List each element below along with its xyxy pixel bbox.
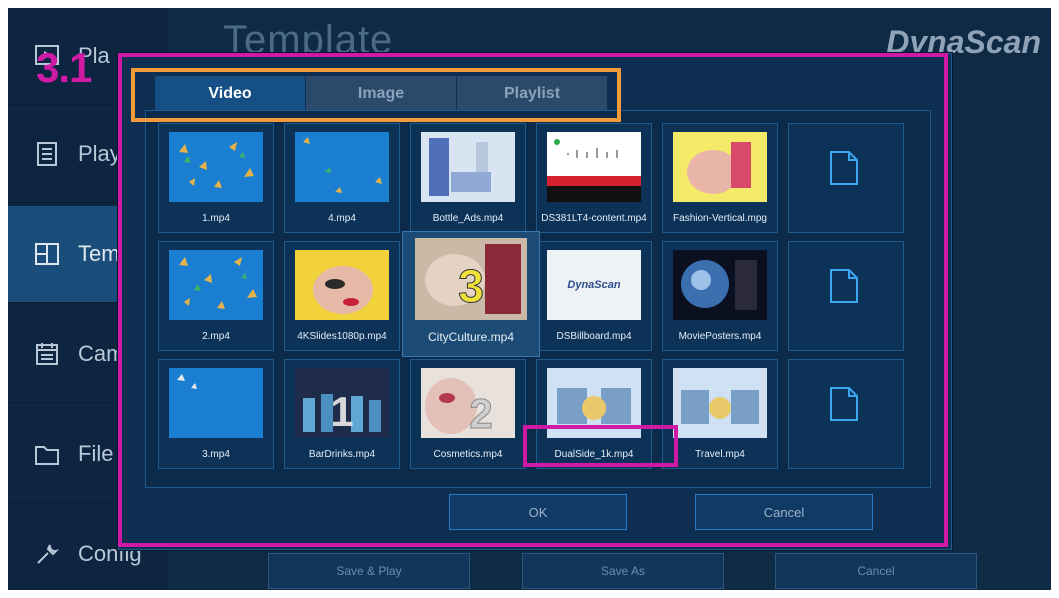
file-icon — [830, 387, 858, 421]
video-thumbnail — [547, 132, 641, 202]
file-name: DS381LT4-content.mp4 — [541, 213, 647, 224]
file-select-dialog: Video Image Playlist 1.mp4 4.mp4 Bottle_… — [118, 53, 952, 550]
template-icon — [35, 243, 59, 265]
empty-file-tile[interactable] — [788, 359, 904, 469]
file-name: DualSide_1k.mp4 — [554, 449, 634, 460]
file-icon — [830, 151, 858, 185]
file-tile[interactable]: 2.mp4 — [158, 241, 274, 351]
file-tile[interactable]: Bottle_Ads.mp4 — [410, 123, 526, 233]
file-name: Travel.mp4 — [695, 449, 745, 460]
video-thumbnail: 3 — [415, 238, 527, 320]
empty-file-tile[interactable] — [788, 123, 904, 233]
empty-file-tile[interactable] — [788, 241, 904, 351]
file-name: Fashion-Vertical.mpg — [673, 213, 767, 224]
file-tile[interactable]: 4.mp4 — [284, 123, 400, 233]
thumb-number: 2 — [469, 390, 492, 437]
file-name: MoviePosters.mp4 — [678, 331, 762, 342]
ok-button[interactable]: OK — [449, 494, 627, 530]
video-thumbnail — [295, 250, 389, 320]
file-icon — [830, 269, 858, 303]
tab-video[interactable]: Video — [155, 76, 305, 112]
file-tile-selected[interactable]: 3 CityCulture.mp4 — [402, 231, 540, 357]
sidebar-item-label: Play — [78, 141, 121, 166]
wrench-icon — [37, 544, 60, 564]
file-name: 2.mp4 — [202, 331, 230, 342]
file-tile[interactable]: Fashion-Vertical.mpg — [662, 123, 778, 233]
tab-image[interactable]: Image — [306, 76, 456, 112]
background-cancel-button[interactable]: Cancel — [775, 553, 977, 589]
thumb-number: 1 — [330, 388, 353, 435]
file-name: 3.mp4 — [202, 449, 230, 460]
file-tile[interactable]: Travel.mp4 — [662, 359, 778, 469]
file-name: CityCulture.mp4 — [427, 330, 515, 344]
calendar-icon — [36, 343, 58, 365]
file-tile[interactable]: 2 Cosmetics.mp4 — [410, 359, 526, 469]
tab-playlist[interactable]: Playlist — [457, 76, 607, 112]
file-name: Cosmetics.mp4 — [433, 449, 503, 460]
file-tile[interactable]: 1 BarDrinks.mp4 — [284, 359, 400, 469]
video-thumbnail — [169, 132, 263, 202]
video-thumbnail — [547, 368, 641, 438]
video-thumbnail: DynaScan — [547, 250, 641, 320]
save-as-button[interactable]: Save As — [522, 553, 724, 589]
video-thumbnail: 2 — [421, 368, 515, 438]
file-tile[interactable]: DynaScan DSBillboard.mp4 — [536, 241, 652, 351]
video-thumbnail — [673, 368, 767, 438]
video-thumbnail — [169, 250, 263, 320]
file-tile[interactable]: MoviePosters.mp4 — [662, 241, 778, 351]
file-tile[interactable]: 4KSlides1080p.mp4 — [284, 241, 400, 351]
folder-icon — [35, 446, 59, 465]
file-tile[interactable]: 3.mp4 — [158, 359, 274, 469]
file-name: 4.mp4 — [328, 213, 356, 224]
save-play-button[interactable]: Save & Play — [268, 553, 470, 589]
file-name: 1.mp4 — [202, 213, 230, 224]
media-type-tabs: Video Image Playlist — [155, 76, 608, 112]
file-name: Bottle_Ads.mp4 — [432, 213, 504, 224]
file-grid-panel: 1.mp4 4.mp4 Bottle_Ads.mp4 DS381LT4-cont… — [145, 110, 931, 488]
file-tile[interactable]: 1.mp4 — [158, 123, 274, 233]
video-thumbnail — [673, 132, 767, 202]
video-thumbnail — [295, 132, 389, 202]
file-name: DSBillboard.mp4 — [556, 331, 632, 342]
thumb-brand: DynaScan — [567, 279, 620, 291]
video-thumbnail: 1 — [295, 368, 389, 438]
file-name: BarDrinks.mp4 — [308, 449, 376, 460]
video-thumbnail — [169, 368, 263, 438]
video-thumbnail — [673, 250, 767, 320]
cancel-button[interactable]: Cancel — [695, 494, 873, 530]
thumb-number: 3 — [458, 260, 484, 312]
video-thumbnail — [421, 132, 515, 202]
file-tile[interactable]: DS381LT4-content.mp4 — [536, 123, 652, 233]
file-tile[interactable]: DualSide_1k.mp4 — [536, 359, 652, 469]
step-number-label: 3.1 — [36, 44, 92, 91]
list-icon — [37, 142, 57, 166]
file-name: 4KSlides1080p.mp4 — [297, 331, 387, 342]
